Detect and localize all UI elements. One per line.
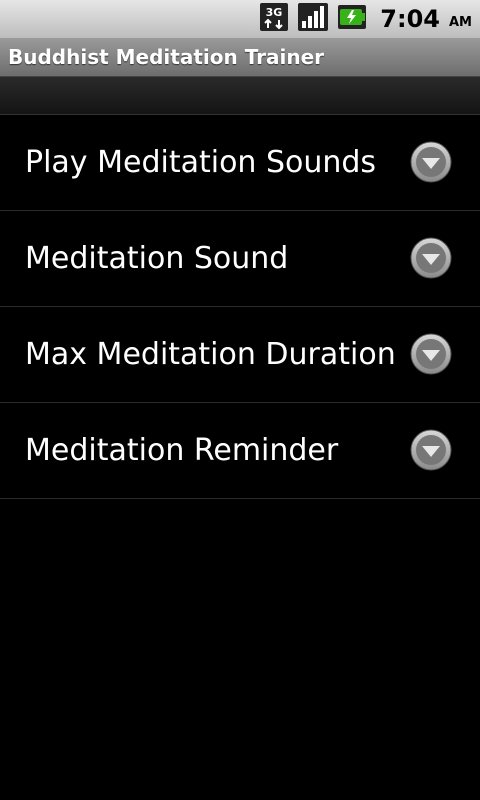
3g-data-icon: 3G (258, 1, 290, 37)
app-title: Buddhist Meditation Trainer (8, 45, 325, 69)
status-icons: 3G 7:04 AM (258, 0, 472, 38)
pref-item-label: Meditation Sound (25, 241, 289, 276)
chevron-down-icon (410, 141, 452, 183)
preferences-list: Play Meditation Sounds Meditation Sound (0, 115, 480, 499)
pref-item-meditation-sound[interactable]: Meditation Sound (0, 211, 480, 307)
pref-item-label: Meditation Reminder (25, 433, 339, 468)
pref-item-max-meditation-duration[interactable]: Max Meditation Duration (0, 307, 480, 403)
app-title-bar: Buddhist Meditation Trainer (0, 38, 480, 77)
chevron-down-icon (410, 237, 452, 279)
svg-text:3G: 3G (266, 6, 283, 19)
list-header-bar (0, 77, 480, 115)
pref-item-label: Max Meditation Duration (25, 337, 396, 372)
battery-charging-icon (336, 1, 368, 37)
chevron-down-icon (410, 333, 452, 375)
pref-item-meditation-reminder[interactable]: Meditation Reminder (0, 403, 480, 499)
chevron-down-icon (410, 429, 452, 471)
pref-item-play-meditation-sounds[interactable]: Play Meditation Sounds (0, 115, 480, 211)
status-bar: 3G 7:04 AM (0, 0, 480, 38)
pref-item-label: Play Meditation Sounds (25, 145, 377, 180)
status-time: 7:04 (380, 5, 440, 33)
signal-bars-icon (296, 1, 330, 37)
status-ampm: AM (449, 14, 472, 30)
